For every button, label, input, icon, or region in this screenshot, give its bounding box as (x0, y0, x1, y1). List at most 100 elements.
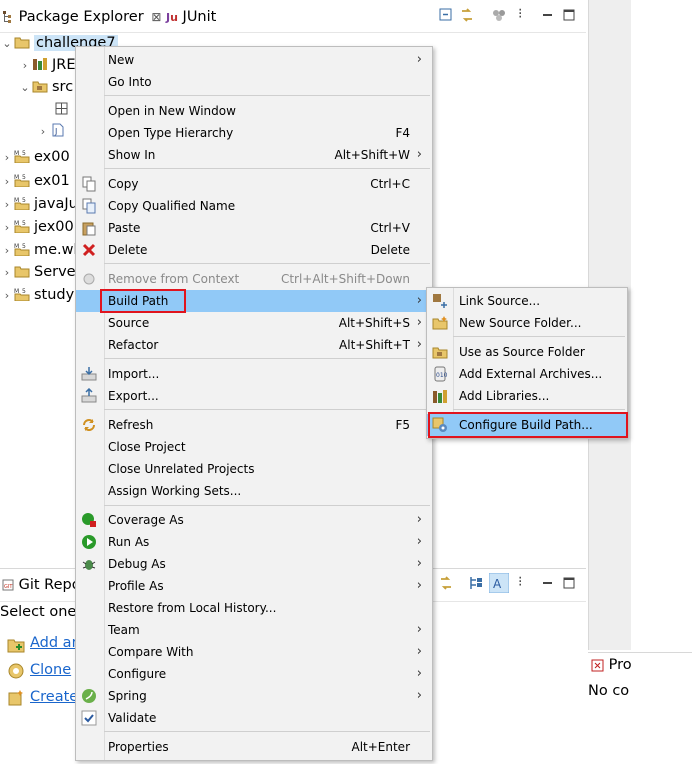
tree-item-jre[interactable]: › JRE (18, 54, 76, 76)
tree-item-label: jex00 (34, 219, 74, 235)
view-menu-icon[interactable]: ⁝ (518, 574, 522, 590)
spring-icon (82, 689, 96, 703)
tree-item-jex00[interactable]: › M 5 jex00 (0, 216, 74, 238)
menu-item-coverage-as[interactable]: Coverage As › (76, 509, 432, 531)
menu-item-profile-as[interactable]: Profile As › (76, 575, 432, 597)
svg-text:010: 010 (436, 372, 448, 379)
add-repository-link[interactable]: Add an (30, 635, 81, 651)
menu-separator (104, 358, 430, 359)
chevron-right-icon[interactable]: › (0, 147, 14, 169)
tree-item-label: study (34, 287, 75, 303)
tab-git-repositories[interactable]: GIT Git Repo (2, 574, 81, 596)
menu-item-paste[interactable]: Paste Ctrl+V (76, 217, 432, 239)
menu-item-refresh[interactable]: Refresh F5 (76, 414, 432, 436)
maximize-icon[interactable] (561, 7, 577, 23)
problems-icon (591, 659, 604, 671)
menu-item-close-project[interactable]: Close Project (76, 436, 432, 458)
chevron-right-icon[interactable]: › (36, 121, 50, 143)
menu-item-new[interactable]: New › (76, 49, 432, 71)
toggle-text-icon[interactable]: A (489, 573, 509, 593)
chevron-right-icon[interactable]: › (0, 194, 14, 216)
menu-item-team[interactable]: Team › (76, 619, 432, 641)
menu-item-refactor[interactable]: Refactor Alt+Shift+T › (76, 334, 432, 356)
menu-item-show-in[interactable]: Show In Alt+Shift+W › (76, 144, 432, 166)
tree-item-src[interactable]: ⌄ src (18, 76, 73, 98)
collapse-all-icon[interactable] (438, 7, 454, 23)
menu-item-assign-working-sets[interactable]: Assign Working Sets... (76, 480, 432, 502)
refresh-icon (83, 419, 95, 431)
copy-qualified-name-icon (82, 198, 96, 214)
link-with-editor-icon[interactable] (459, 7, 475, 23)
tree-item-package[interactable] (54, 98, 74, 120)
menu-item-open-type-hierarchy[interactable]: Open Type Hierarchy F4 (76, 122, 432, 144)
menu-item-restore-from-local-history[interactable]: Restore from Local History... (76, 597, 432, 619)
menu-item-export[interactable]: Export... (76, 385, 432, 407)
chevron-right-icon[interactable]: › (18, 55, 32, 77)
chevron-right-icon[interactable]: › (0, 217, 14, 239)
tab-junit[interactable]: Ju JUnit (166, 6, 216, 28)
menu-item-label: Team (108, 623, 140, 637)
tree-view-icon[interactable] (468, 575, 484, 591)
menu-item-label: Restore from Local History... (108, 601, 277, 615)
svg-text:5: 5 (22, 174, 26, 181)
tree-item-ex01[interactable]: › M 5 ex01 (0, 170, 70, 192)
menu-item-label: Configure (108, 667, 167, 681)
maximize-icon[interactable] (561, 575, 577, 591)
tab-package-explorer[interactable]: Package Explorer ⊠ (2, 6, 161, 28)
menu-item-properties[interactable]: Properties Alt+Enter (76, 736, 432, 758)
filter-icon[interactable] (491, 7, 507, 23)
menu-item-run-as[interactable]: Run As › (76, 531, 432, 553)
tree-item-study[interactable]: › M 5 study (0, 284, 74, 306)
menu-item-compare-with[interactable]: Compare With › (76, 641, 432, 663)
chevron-down-icon[interactable]: ⌄ (0, 33, 14, 55)
chevron-down-icon[interactable]: ⌄ (18, 77, 32, 99)
maven-project-icon: M5 (14, 150, 30, 163)
tab-problems[interactable]: Pro (591, 657, 632, 673)
tree-item-label: src (52, 79, 74, 95)
menu-item-import[interactable]: Import... (76, 363, 432, 385)
menu-item-use-as-source-folder[interactable]: Use as Source Folder (427, 341, 627, 363)
clone-repository-link[interactable]: Clone (30, 662, 71, 678)
menu-item-copy[interactable]: Copy Ctrl+C (76, 173, 432, 195)
menu-item-open-in-new-window[interactable]: Open in New Window (76, 100, 432, 122)
tree-item-label: ex00 (34, 149, 70, 165)
minimize-icon[interactable] (540, 7, 556, 23)
menu-separator (104, 731, 430, 732)
tree-item-servers[interactable]: › Serve (0, 261, 76, 283)
menu-item-add-external-archives[interactable]: 010 Add External Archives... (427, 363, 627, 385)
maven-project-icon: M5 (14, 220, 30, 233)
minimize-icon[interactable] (540, 575, 556, 591)
menu-item-link-source[interactable]: Link Source... (427, 290, 627, 312)
close-icon[interactable]: ⊠ (151, 10, 161, 24)
maven-project-icon: M5 (14, 243, 30, 256)
tree-item-mewh[interactable]: › M 5 me.wh (0, 239, 83, 261)
menu-item-add-libraries[interactable]: Add Libraries... (427, 385, 627, 407)
tree-item-javaju[interactable]: › M 5 javaJu (0, 193, 78, 215)
menu-item-label: Spring (108, 689, 147, 703)
chevron-right-icon[interactable]: › (0, 262, 14, 284)
maven-project-icon: M5 (14, 174, 30, 187)
menu-item-validate[interactable]: Validate (76, 707, 432, 729)
tab-git-label: Git Repo (18, 577, 81, 593)
menu-item-new-source-folder[interactable]: New Source Folder... (427, 312, 627, 334)
build-path-highlight-box (100, 289, 186, 313)
link-with-selection-icon[interactable] (438, 575, 454, 591)
menu-item-copy-qualified-name[interactable]: Copy Qualified Name (76, 195, 432, 217)
menu-item-configure[interactable]: Configure › (76, 663, 432, 685)
menu-item-spring[interactable]: Spring › (76, 685, 432, 707)
menu-item-close-unrelated-projects[interactable]: Close Unrelated Projects (76, 458, 432, 480)
view-menu-icon[interactable]: ⁝ (518, 6, 523, 22)
tree-item-file[interactable]: › J (36, 120, 70, 142)
menu-item-accelerator: Alt+Enter (351, 740, 410, 754)
chevron-right-icon[interactable]: › (0, 171, 14, 193)
menu-item-debug-as[interactable]: Debug As › (76, 553, 432, 575)
menu-item-delete[interactable]: Delete Delete (76, 239, 432, 261)
chevron-right-icon[interactable]: › (0, 240, 14, 262)
create-repository-link[interactable]: Create (30, 689, 78, 705)
menu-item-go-into[interactable]: Go Into (76, 71, 432, 93)
tree-item-ex00[interactable]: › M 5 ex00 (0, 146, 70, 168)
menu-item-accelerator: Delete (370, 243, 410, 257)
chevron-right-icon[interactable]: › (0, 285, 14, 307)
link-source-icon (433, 294, 447, 308)
menu-item-source[interactable]: Source Alt+Shift+S › (76, 312, 432, 334)
